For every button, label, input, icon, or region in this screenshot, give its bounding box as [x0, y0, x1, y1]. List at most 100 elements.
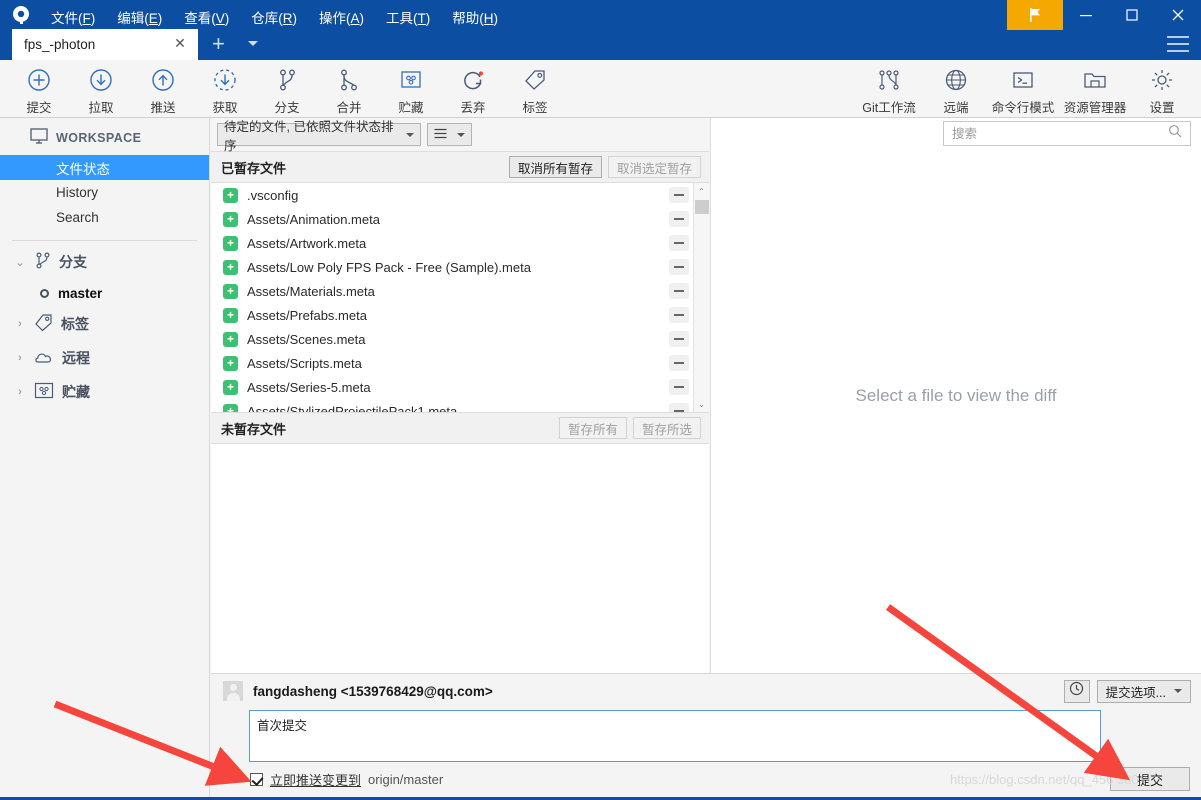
close-button[interactable]	[1155, 0, 1201, 30]
staged-list-scrollbar[interactable]: ⌃ ⌄	[693, 183, 709, 412]
scroll-down-arrow-icon[interactable]: ⌄	[694, 396, 709, 412]
chevron-down-icon[interactable]: ⌄	[14, 256, 26, 269]
unstage-file-icon[interactable]	[669, 187, 689, 203]
clock-icon	[1069, 681, 1084, 701]
staged-file-list[interactable]: + .vsconfig + Assets/Animation.meta + Assets/…	[211, 183, 709, 413]
chevron-down-icon	[1174, 689, 1182, 693]
chevron-right-icon[interactable]: ›	[14, 386, 26, 398]
menu-item-repository[interactable]: 仓库(R)	[240, 4, 308, 30]
toolbar-discard-button[interactable]: 丢弃	[442, 60, 504, 117]
sidebar-item-history[interactable]: History	[0, 180, 209, 205]
toolbar-right-group: Git工作流 远端 命令行模式 资源管理器 设置	[853, 60, 1193, 117]
toolbar-label: 推送	[150, 101, 176, 115]
menu-item-help[interactable]: 帮助(H)	[441, 4, 509, 30]
minimize-button[interactable]	[1063, 0, 1109, 30]
unstaged-file-list[interactable]	[211, 444, 709, 657]
sidebar-item-file-status[interactable]: 文件状态	[0, 155, 209, 180]
toolbar-label: 标签	[522, 101, 548, 115]
commit-message-input[interactable]: 首次提交	[249, 710, 1101, 762]
staged-file-row[interactable]: + Assets/Scenes.meta	[211, 327, 709, 351]
staged-file-row[interactable]: + .vsconfig	[211, 183, 709, 207]
toolbar-fetch-button[interactable]: 获取	[194, 60, 256, 117]
menu-item-edit[interactable]: 编辑(E)	[106, 4, 173, 30]
sidebar-branch-master[interactable]: master	[0, 279, 209, 307]
toolbar-commit-button[interactable]: 提交	[8, 60, 70, 117]
maximize-icon	[1126, 9, 1138, 21]
commit-header: fangdasheng <1539768429@qq.com> 提交选项...	[211, 674, 1201, 708]
staged-file-row[interactable]: + Assets/Artwork.meta	[211, 231, 709, 255]
staged-file-row[interactable]: + Assets/StylizedProjectilePack1.meta	[211, 399, 709, 412]
sidebar-group-stashes[interactable]: › 贮藏	[0, 375, 209, 409]
sidebar-group-remotes[interactable]: › 远程	[0, 341, 209, 375]
toolbar-explorer-button[interactable]: 资源管理器	[1059, 60, 1131, 117]
stage-all-button[interactable]: 暂存所有	[558, 417, 627, 439]
commit-history-button[interactable]	[1063, 679, 1090, 703]
sidebar-group-tags[interactable]: › 标签	[0, 307, 209, 341]
tab-dropdown-caret-icon[interactable]	[248, 41, 258, 46]
chevron-down-icon	[406, 132, 414, 137]
unstage-file-icon[interactable]	[669, 379, 689, 395]
menu-item-file[interactable]: 文件(F)	[40, 4, 106, 30]
staged-file-row[interactable]: + Assets/Scripts.meta	[211, 351, 709, 375]
chevron-right-icon[interactable]: ›	[14, 352, 26, 364]
staged-file-row[interactable]: + Assets/Prefabs.meta	[211, 303, 709, 327]
unstage-file-icon[interactable]	[669, 331, 689, 347]
sidebar-group-branches[interactable]: ⌄ 分支	[0, 245, 209, 279]
flag-button[interactable]	[1007, 0, 1063, 30]
search-input[interactable]	[952, 126, 1168, 141]
toolbar-tag-button[interactable]: 标签	[504, 60, 566, 117]
menu-item-tools[interactable]: 工具(T)	[375, 4, 441, 30]
commit-options-label: 提交选项...	[1105, 685, 1166, 700]
branch-dot-icon	[40, 288, 49, 298]
tab-close-icon[interactable]: ✕	[172, 35, 188, 51]
toolbar-gitflow-button[interactable]: Git工作流	[853, 60, 925, 117]
scroll-up-arrow-icon[interactable]: ⌃	[694, 183, 709, 199]
menu-item-actions[interactable]: 操作(A)	[308, 4, 375, 30]
staged-file-name: Assets/Series-5.meta	[247, 379, 371, 395]
toolbar-merge-button[interactable]: 合并	[318, 60, 380, 117]
toolbar-branch-button[interactable]: 分支	[256, 60, 318, 117]
unstage-all-button[interactable]: 取消所有暂存	[508, 156, 602, 178]
toolbar-push-button[interactable]: 推送	[132, 60, 194, 117]
view-mode-dropdown[interactable]	[427, 123, 472, 146]
tag-icon	[34, 313, 53, 335]
unstage-file-icon[interactable]	[669, 259, 689, 275]
unstage-file-icon[interactable]	[669, 211, 689, 227]
staged-file-row[interactable]: + Assets/Materials.meta	[211, 279, 709, 303]
scrollbar-thumb[interactable]	[695, 200, 709, 214]
push-immediately-row[interactable]: 立即推送变更到 origin/master	[250, 770, 443, 789]
maximize-button[interactable]	[1109, 0, 1155, 30]
search-icon[interactable]	[1168, 124, 1182, 143]
chevron-right-icon[interactable]: ›	[14, 318, 26, 330]
staged-title: 已暂存文件	[221, 160, 287, 176]
staged-file-name: Assets/Materials.meta	[247, 283, 375, 299]
stage-selected-button[interactable]: 暂存所选	[632, 417, 701, 439]
push-immediately-checkbox[interactable]	[250, 773, 263, 786]
new-tab-button[interactable]: +	[212, 33, 225, 55]
toolbar-stash-button[interactable]: 贮藏	[380, 60, 442, 117]
sort-filter-dropdown[interactable]: 待定的文件, 已依照文件状态排序	[217, 120, 421, 153]
unstage-file-icon[interactable]	[669, 307, 689, 323]
fetch-dashed-arrow-icon	[212, 66, 238, 94]
commit-options-dropdown[interactable]: 提交选项...	[1096, 679, 1191, 703]
search-box[interactable]	[943, 121, 1191, 146]
unstage-file-icon[interactable]	[669, 403, 689, 412]
file-added-icon: +	[223, 283, 238, 299]
unstage-file-icon[interactable]	[669, 235, 689, 251]
sidebar-item-search[interactable]: Search	[0, 205, 209, 230]
tab-repository[interactable]: fps_-photon ✕	[12, 29, 198, 60]
staged-file-row[interactable]: + Assets/Series-5.meta	[211, 375, 709, 399]
toolbar-terminal-button[interactable]: 命令行模式	[987, 60, 1059, 117]
toolbar-settings-button[interactable]: 设置	[1131, 60, 1193, 117]
staged-actions: 取消所有暂存 取消选定暂存	[508, 156, 701, 178]
staged-file-row[interactable]: + Assets/Low Poly FPS Pack - Free (Sample…	[211, 255, 709, 279]
unstage-file-icon[interactable]	[669, 355, 689, 371]
toolbar-pull-button[interactable]: 拉取	[70, 60, 132, 117]
staged-file-row[interactable]: + Assets/Animation.meta	[211, 207, 709, 231]
unstage-selected-button[interactable]: 取消选定暂存	[607, 156, 701, 178]
toolbar-remote-button[interactable]: 远端	[925, 60, 987, 117]
unstage-file-icon[interactable]	[669, 283, 689, 299]
user-avatar-icon	[223, 681, 243, 701]
menu-item-view[interactable]: 查看(V)	[173, 4, 240, 30]
toolbar-label: 资源管理器	[1063, 101, 1127, 115]
